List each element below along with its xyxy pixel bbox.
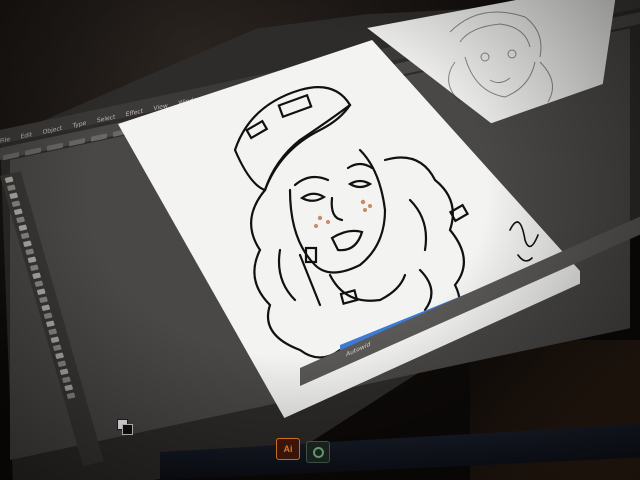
left-eyebrow — [293, 175, 330, 187]
direct-selection-tool-icon[interactable] — [6, 184, 16, 192]
hair-right — [383, 156, 465, 322]
blob-brush-tool-icon[interactable] — [27, 256, 37, 264]
paintbrush-tool-icon[interactable] — [22, 240, 32, 248]
right-eyebrow — [346, 162, 374, 170]
eraser-tool-icon[interactable] — [29, 264, 39, 272]
illustrator-taskbar-button[interactable]: Ai — [276, 438, 300, 460]
zoom-tool-icon[interactable] — [66, 392, 76, 400]
hair-left — [250, 188, 342, 359]
perspective-grid-tool-icon[interactable] — [43, 312, 53, 320]
artist-signature — [509, 221, 539, 262]
selection-tool-icon[interactable] — [4, 176, 14, 184]
magic-wand-tool-icon[interactable] — [9, 192, 19, 200]
blend-tool-icon[interactable] — [52, 344, 62, 352]
nose — [330, 196, 344, 222]
app-icon — [312, 446, 324, 458]
mesh-tool-icon[interactable] — [45, 320, 55, 328]
freckles — [314, 199, 372, 228]
symbol-sprayer-tool-icon[interactable] — [55, 352, 65, 360]
artboard-tool-icon[interactable] — [59, 368, 69, 376]
hand-tool-icon[interactable] — [64, 384, 74, 392]
mouth — [330, 229, 364, 252]
stroke-swatch[interactable] — [122, 424, 133, 435]
shape-builder-tool-icon[interactable] — [41, 304, 51, 312]
illustrator-icon: Ai — [283, 444, 293, 454]
slice-tool-icon[interactable] — [61, 376, 71, 384]
type-tool-icon[interactable] — [16, 216, 26, 224]
column-graph-tool-icon[interactable] — [57, 360, 67, 368]
rotate-tool-icon[interactable] — [32, 272, 42, 280]
helmet-decal — [277, 93, 313, 119]
pen-tool-icon[interactable] — [13, 208, 23, 216]
line-tool-icon[interactable] — [18, 224, 28, 232]
app-taskbar-button[interactable] — [306, 441, 330, 463]
lasso-tool-icon[interactable] — [11, 200, 21, 208]
scale-tool-icon[interactable] — [34, 280, 44, 288]
left-eye — [299, 192, 327, 202]
width-tool-icon[interactable] — [36, 288, 46, 296]
right-eye — [347, 179, 373, 189]
free-transform-tool-icon[interactable] — [39, 296, 48, 304]
eyedropper-tool-icon[interactable] — [50, 336, 60, 344]
rectangle-tool-icon[interactable] — [20, 232, 30, 240]
pencil-tool-icon[interactable] — [25, 248, 35, 256]
gradient-tool-icon[interactable] — [48, 328, 58, 336]
